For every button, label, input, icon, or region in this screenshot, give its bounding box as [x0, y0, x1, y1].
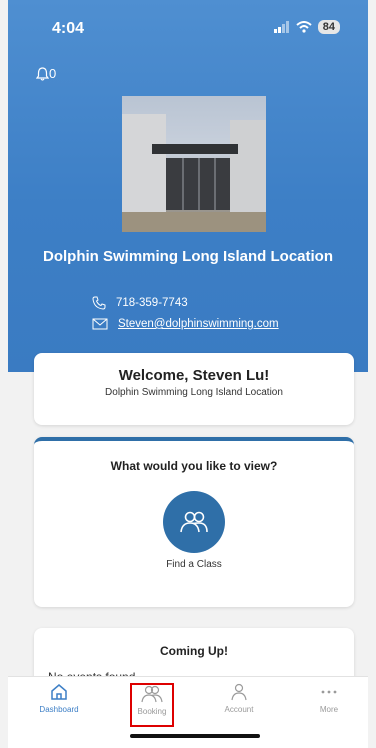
user-icon	[231, 683, 247, 701]
phone-icon	[92, 296, 106, 310]
email-row[interactable]: Steven@dolphinswimming.com	[92, 318, 279, 330]
users-icon	[141, 685, 163, 703]
location-title: Dolphin Swimming Long Island Location	[43, 248, 333, 265]
email-link[interactable]: Steven@dolphinswimming.com	[118, 318, 279, 330]
notification-count: 0	[49, 66, 57, 81]
phone-row[interactable]: 718-359-7743	[92, 296, 188, 310]
tab-booking[interactable]: Booking	[130, 683, 174, 727]
home-indicator	[130, 734, 260, 738]
more-icon	[321, 690, 337, 694]
welcome-card: Welcome, Steven Lu! Dolphin Swimming Lon…	[34, 353, 354, 425]
signal-icon	[273, 21, 289, 33]
mail-icon	[92, 318, 108, 330]
home-icon	[51, 684, 67, 700]
status-time: 4:04	[52, 20, 85, 37]
tab-more-label: More	[319, 705, 339, 714]
phone-number[interactable]: 718-359-7743	[116, 297, 188, 309]
wifi-icon	[296, 21, 312, 33]
tab-booking-label: Booking	[137, 707, 167, 716]
find-class-button[interactable]	[163, 491, 225, 553]
users-icon	[180, 511, 208, 533]
battery-indicator: 84	[317, 20, 340, 34]
welcome-title: Welcome, Steven Lu!	[118, 367, 270, 384]
coming-up-title: Coming Up!	[160, 644, 228, 658]
status-icons: 84	[273, 20, 340, 34]
app-screen: 4:04 84 0 Dolphin Swimming Long Island L…	[8, 0, 368, 748]
view-card: What would you like to view? Find a Clas…	[34, 437, 354, 607]
tab-dashboard-label: Dashboard	[39, 705, 79, 714]
tab-account-label: Account	[224, 705, 254, 714]
status-bar: 4:04 84	[8, 0, 368, 50]
tab-dashboard[interactable]: Dashboard	[24, 683, 94, 729]
find-class-label[interactable]: Find a Class	[34, 559, 354, 570]
hero-header: 4:04 84 0 Dolphin Swimming Long Island L…	[8, 0, 368, 372]
tab-more[interactable]: More	[294, 683, 364, 729]
welcome-subtitle: Dolphin Swimming Long Island Location	[105, 387, 283, 398]
view-question: What would you like to view?	[110, 459, 278, 473]
bell-icon	[36, 66, 49, 81]
location-photo	[122, 96, 266, 232]
tab-account[interactable]: Account	[204, 683, 274, 729]
notification-bell[interactable]: 0	[36, 66, 56, 81]
